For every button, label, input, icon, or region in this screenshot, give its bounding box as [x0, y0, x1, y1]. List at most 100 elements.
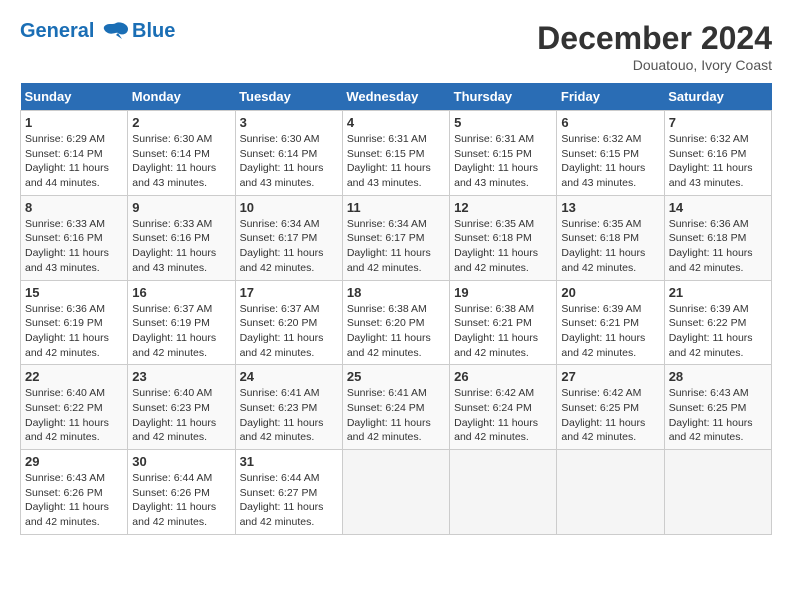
- day-header-saturday: Saturday: [664, 83, 771, 111]
- day-number: 27: [561, 369, 659, 384]
- calendar-body: 1Sunrise: 6:29 AMSunset: 6:14 PMDaylight…: [21, 111, 772, 535]
- day-number: 4: [347, 115, 445, 130]
- calendar-cell: 7 Sunrise: 6:32 AMSunset: 6:16 PMDaylight…: [664, 111, 771, 196]
- calendar-cell: 23Sunrise: 6:40 AMSunset: 6:23 PMDayligh…: [128, 365, 235, 450]
- calendar-cell: 10Sunrise: 6:34 AMSunset: 6:17 PMDayligh…: [235, 195, 342, 280]
- day-number: 15: [25, 285, 123, 300]
- calendar-header-row: SundayMondayTuesdayWednesdayThursdayFrid…: [21, 83, 772, 111]
- calendar-cell: 8 Sunrise: 6:33 AMSunset: 6:16 PMDaylight…: [21, 195, 128, 280]
- calendar-cell: 24 Sunrise: 6:41 AMSunset: 6:23 PMDayligh…: [235, 365, 342, 450]
- calendar-cell: 13Sunrise: 6:35 AMSunset: 6:18 PMDayligh…: [557, 195, 664, 280]
- day-info: Sunrise: 6:43 AMSunset: 6:25 PMDaylight:…: [669, 386, 767, 445]
- day-number: 31: [240, 454, 338, 469]
- week-row-1: 1Sunrise: 6:29 AMSunset: 6:14 PMDaylight…: [21, 111, 772, 196]
- day-number: 20: [561, 285, 659, 300]
- calendar-table: SundayMondayTuesdayWednesdayThursdayFrid…: [20, 83, 772, 535]
- page-header: General Blue December 2024 Douatouo, Ivo…: [20, 20, 772, 73]
- day-info: Sunrise: 6:42 AMSunset: 6:25 PMDaylight:…: [561, 386, 659, 445]
- day-info: Sunrise: 6:39 AMSunset: 6:21 PMDaylight:…: [561, 302, 659, 361]
- month-title: December 2024: [537, 20, 772, 57]
- day-header-sunday: Sunday: [21, 83, 128, 111]
- logo-general: General: [20, 20, 94, 42]
- calendar-cell: 17Sunrise: 6:37 AMSunset: 6:20 PMDayligh…: [235, 280, 342, 365]
- calendar-cell: 16 Sunrise: 6:37 AMSunset: 6:19 PMDayligh…: [128, 280, 235, 365]
- calendar-cell: 15 Sunrise: 6:36 AMSunset: 6:19 PMDayligh…: [21, 280, 128, 365]
- day-number: 22: [25, 369, 123, 384]
- day-number: 3: [240, 115, 338, 130]
- day-number: 30: [132, 454, 230, 469]
- day-number: 19: [454, 285, 552, 300]
- day-info: Sunrise: 6:41 AMSunset: 6:23 PMDaylight:…: [240, 386, 338, 445]
- day-info: Sunrise: 6:33 AMSunset: 6:16 PMDaylight:…: [132, 217, 230, 276]
- day-info: Sunrise: 6:33 AMSunset: 6:16 PMDaylight:…: [25, 217, 123, 276]
- calendar-cell: 25 Sunrise: 6:41 AMSunset: 6:24 PMDayligh…: [342, 365, 449, 450]
- day-info: Sunrise: 6:42 AMSunset: 6:24 PMDaylight:…: [454, 386, 552, 445]
- day-info: Sunrise: 6:38 AMSunset: 6:20 PMDaylight:…: [347, 302, 445, 361]
- day-number: 28: [669, 369, 767, 384]
- day-info: Sunrise: 6:31 AMSunset: 6:15 PMDaylight:…: [454, 132, 552, 191]
- day-info: Sunrise: 6:44 AMSunset: 6:27 PMDaylight:…: [240, 471, 338, 530]
- location: Douatouo, Ivory Coast: [537, 57, 772, 73]
- day-number: 12: [454, 200, 552, 215]
- calendar-cell: 26 Sunrise: 6:42 AMSunset: 6:24 PMDayligh…: [450, 365, 557, 450]
- calendar-cell: 2 Sunrise: 6:30 AMSunset: 6:14 PMDaylight…: [128, 111, 235, 196]
- calendar-cell: 28 Sunrise: 6:43 AMSunset: 6:25 PMDayligh…: [664, 365, 771, 450]
- day-info: Sunrise: 6:39 AMSunset: 6:22 PMDaylight:…: [669, 302, 767, 361]
- logo-blue: Blue: [132, 20, 175, 43]
- day-info: Sunrise: 6:40 AMSunset: 6:22 PMDaylight:…: [25, 386, 123, 445]
- day-number: 6: [561, 115, 659, 130]
- calendar-cell: 18 Sunrise: 6:38 AMSunset: 6:20 PMDayligh…: [342, 280, 449, 365]
- day-number: 17: [240, 285, 338, 300]
- day-number: 5: [454, 115, 552, 130]
- day-info: Sunrise: 6:30 AMSunset: 6:14 PMDaylight:…: [240, 132, 338, 191]
- day-number: 18: [347, 285, 445, 300]
- day-number: 2: [132, 115, 230, 130]
- calendar-cell: [450, 450, 557, 535]
- day-info: Sunrise: 6:34 AMSunset: 6:17 PMDaylight:…: [240, 217, 338, 276]
- week-row-4: 22 Sunrise: 6:40 AMSunset: 6:22 PMDayligh…: [21, 365, 772, 450]
- day-info: Sunrise: 6:36 AMSunset: 6:19 PMDaylight:…: [25, 302, 123, 361]
- day-info: Sunrise: 6:30 AMSunset: 6:14 PMDaylight:…: [132, 132, 230, 191]
- day-info: Sunrise: 6:34 AMSunset: 6:17 PMDaylight:…: [347, 217, 445, 276]
- day-number: 26: [454, 369, 552, 384]
- logo: General Blue: [20, 20, 175, 43]
- day-number: 8: [25, 200, 123, 215]
- calendar-cell: 3 Sunrise: 6:30 AMSunset: 6:14 PMDaylight…: [235, 111, 342, 196]
- day-info: Sunrise: 6:35 AMSunset: 6:18 PMDaylight:…: [561, 217, 659, 276]
- week-row-2: 8 Sunrise: 6:33 AMSunset: 6:16 PMDaylight…: [21, 195, 772, 280]
- calendar-cell: 12Sunrise: 6:35 AMSunset: 6:18 PMDayligh…: [450, 195, 557, 280]
- calendar-cell: [664, 450, 771, 535]
- day-info: Sunrise: 6:32 AMSunset: 6:16 PMDaylight:…: [669, 132, 767, 191]
- day-info: Sunrise: 6:41 AMSunset: 6:24 PMDaylight:…: [347, 386, 445, 445]
- calendar-cell: [342, 450, 449, 535]
- calendar-cell: 4 Sunrise: 6:31 AMSunset: 6:15 PMDaylight…: [342, 111, 449, 196]
- logo-text: General Blue: [20, 20, 175, 43]
- day-number: 9: [132, 200, 230, 215]
- day-info: Sunrise: 6:44 AMSunset: 6:26 PMDaylight:…: [132, 471, 230, 530]
- day-header-tuesday: Tuesday: [235, 83, 342, 111]
- calendar-cell: 11Sunrise: 6:34 AMSunset: 6:17 PMDayligh…: [342, 195, 449, 280]
- day-info: Sunrise: 6:31 AMSunset: 6:15 PMDaylight:…: [347, 132, 445, 191]
- calendar-cell: 30 Sunrise: 6:44 AMSunset: 6:26 PMDayligh…: [128, 450, 235, 535]
- day-header-wednesday: Wednesday: [342, 83, 449, 111]
- day-number: 7: [669, 115, 767, 130]
- day-info: Sunrise: 6:29 AMSunset: 6:14 PMDaylight:…: [25, 132, 123, 191]
- day-info: Sunrise: 6:40 AMSunset: 6:23 PMDaylight:…: [132, 386, 230, 445]
- day-header-friday: Friday: [557, 83, 664, 111]
- title-block: December 2024 Douatouo, Ivory Coast: [537, 20, 772, 73]
- day-number: 21: [669, 285, 767, 300]
- day-info: Sunrise: 6:37 AMSunset: 6:19 PMDaylight:…: [132, 302, 230, 361]
- day-number: 25: [347, 369, 445, 384]
- day-number: 16: [132, 285, 230, 300]
- day-header-thursday: Thursday: [450, 83, 557, 111]
- calendar-cell: 14Sunrise: 6:36 AMSunset: 6:18 PMDayligh…: [664, 195, 771, 280]
- week-row-3: 15 Sunrise: 6:36 AMSunset: 6:19 PMDayligh…: [21, 280, 772, 365]
- day-number: 24: [240, 369, 338, 384]
- calendar-cell: 20 Sunrise: 6:39 AMSunset: 6:21 PMDayligh…: [557, 280, 664, 365]
- calendar-cell: 27 Sunrise: 6:42 AMSunset: 6:25 PMDayligh…: [557, 365, 664, 450]
- calendar-cell: [557, 450, 664, 535]
- calendar-cell: 5 Sunrise: 6:31 AMSunset: 6:15 PMDaylight…: [450, 111, 557, 196]
- calendar-cell: 21 Sunrise: 6:39 AMSunset: 6:22 PMDayligh…: [664, 280, 771, 365]
- calendar-cell: 19Sunrise: 6:38 AMSunset: 6:21 PMDayligh…: [450, 280, 557, 365]
- day-info: Sunrise: 6:32 AMSunset: 6:15 PMDaylight:…: [561, 132, 659, 191]
